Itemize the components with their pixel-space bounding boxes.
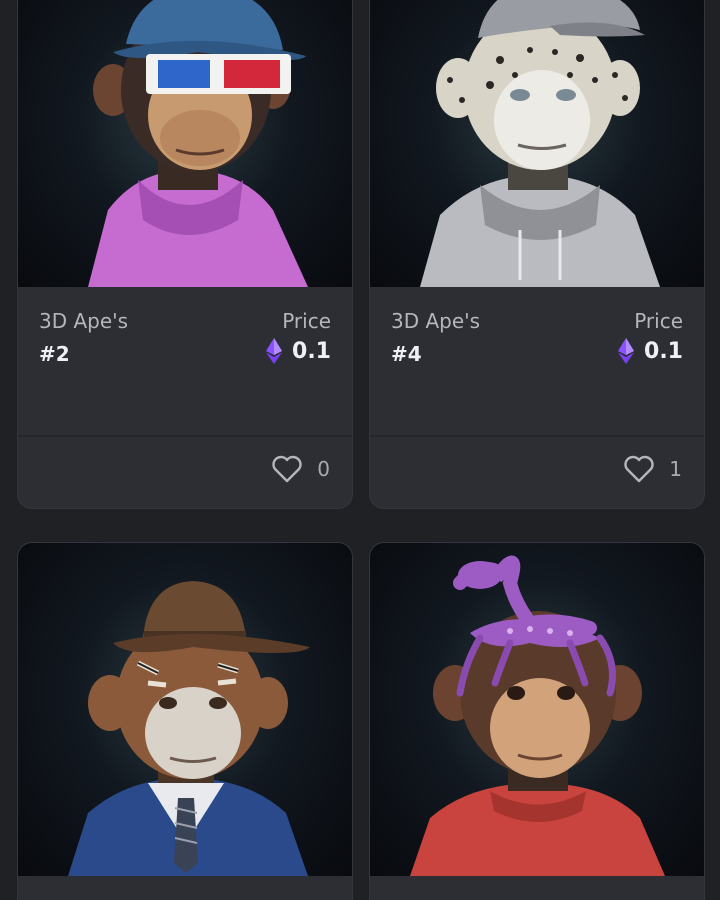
price-value-group: 0.1 — [266, 338, 331, 364]
card-footer: 1 — [370, 437, 704, 508]
token-id: #2 — [39, 342, 70, 366]
nft-image[interactable] — [18, 543, 352, 876]
heart-icon[interactable] — [271, 454, 303, 484]
nft-image[interactable] — [370, 0, 704, 287]
ape-octopus-art — [410, 555, 665, 876]
collection-name: 3D Ape's — [391, 309, 481, 333]
card-info: 3D Ape's #2 Price 0.1 — [18, 287, 352, 437]
nft-image[interactable] — [370, 543, 704, 876]
collection-name: 3D Ape's — [39, 309, 129, 333]
ethereum-icon — [266, 338, 283, 364]
card-footer: 0 — [18, 437, 352, 508]
ape-fedora-suit-art — [68, 581, 310, 876]
like-button[interactable]: 1 — [623, 454, 682, 484]
heart-icon[interactable] — [623, 454, 655, 484]
price-value: 0.1 — [644, 338, 683, 364]
token-id: #4 — [391, 342, 422, 366]
like-count: 1 — [669, 457, 682, 481]
nft-grid: 3D Ape's #2 Price 0.1 0 3D Ape's #4 Pric… — [0, 0, 720, 900]
price-label: Price — [282, 309, 331, 333]
price-value-group: 0.1 — [618, 338, 683, 364]
price-value: 0.1 — [292, 338, 331, 364]
nft-image[interactable] — [18, 0, 352, 287]
nft-card[interactable]: 3D Ape's #4 Price 0.1 1 — [370, 0, 704, 508]
like-count: 0 — [317, 457, 330, 481]
ethereum-icon — [618, 338, 635, 364]
price-label: Price — [634, 309, 683, 333]
ape-leopard-cap-art — [420, 0, 660, 287]
nft-card[interactable] — [370, 543, 704, 900]
nft-card[interactable]: 3D Ape's #2 Price 0.1 0 — [18, 0, 352, 508]
ape-3d-glasses-art — [88, 0, 308, 287]
card-info: 3D Ape's #4 Price 0.1 — [370, 287, 704, 437]
like-button[interactable]: 0 — [271, 454, 330, 484]
nft-card[interactable] — [18, 543, 352, 900]
